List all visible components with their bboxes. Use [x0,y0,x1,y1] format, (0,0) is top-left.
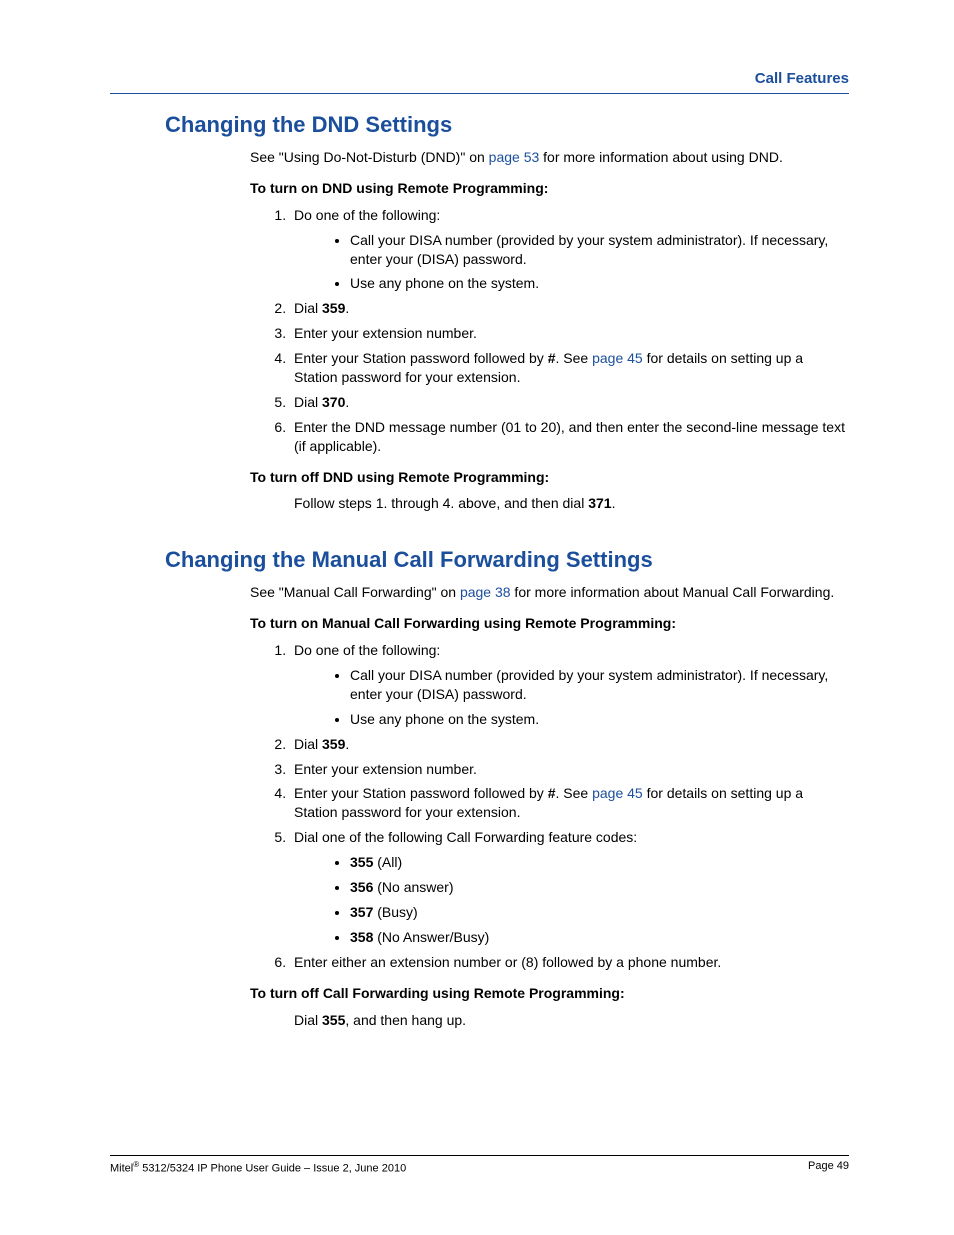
section-body-fwd: See "Manual Call Forwarding" on page 38 … [250,583,849,1029]
list-item: Enter the DND message number (01 to 20),… [290,418,849,456]
list-item: Enter your extension number. [290,324,849,343]
list-item: Use any phone on the system. [350,710,849,729]
list-item: Dial 359. [290,299,849,318]
link-page-38[interactable]: page 38 [460,584,511,600]
dnd-on-steps: Do one of the following: Call your DISA … [250,206,849,456]
list-item: Do one of the following: Call your DISA … [290,641,849,729]
list-item: Dial 370. [290,393,849,412]
document-page: Call Features Changing the DND Settings … [0,0,954,1235]
list-item: Enter your extension number. [290,760,849,779]
footer-page-number: Page 49 [808,1160,849,1175]
list-item: 358 (No Answer/Busy) [350,928,849,947]
feature-codes: 355 (All) 356 (No answer) 357 (Busy) 358… [294,853,849,947]
list-item: Do one of the following: Call your DISA … [290,206,849,294]
link-page-45-b[interactable]: page 45 [592,785,643,801]
list-item: Call your DISA number (provided by your … [350,666,849,704]
list-item: Enter your Station password followed by … [290,784,849,822]
intro-paragraph: See "Manual Call Forwarding" on page 38 … [250,583,849,602]
subheading-fwd-on: To turn on Manual Call Forwarding using … [250,614,849,633]
section-heading-dnd: Changing the DND Settings [165,112,849,138]
sub-bullets: Call your DISA number (provided by your … [294,231,849,294]
list-item: Dial 359. [290,735,849,754]
list-item: Enter either an extension number or (8) … [290,953,849,972]
list-item: Use any phone on the system. [350,274,849,293]
sub-bullets: Call your DISA number (provided by your … [294,666,849,729]
section-body-dnd: See "Using Do-Not-Disturb (DND)" on page… [250,148,849,513]
footer-left: Mitel® 5312/5324 IP Phone User Guide – I… [110,1160,406,1175]
section-heading-fwd: Changing the Manual Call Forwarding Sett… [165,547,849,573]
list-item: Enter your Station password followed by … [290,349,849,387]
fwd-on-steps: Do one of the following: Call your DISA … [250,641,849,971]
fwd-off-text: Dial 355, and then hang up. [294,1011,849,1030]
subheading-dnd-off: To turn off DND using Remote Programming… [250,468,849,487]
list-item: Call your DISA number (provided by your … [350,231,849,269]
dnd-off-text: Follow steps 1. through 4. above, and th… [294,494,849,513]
list-item: 355 (All) [350,853,849,872]
header-category: Call Features [755,70,849,87]
list-item: 357 (Busy) [350,903,849,922]
page-header: Call Features [110,70,849,94]
subheading-fwd-off: To turn off Call Forwarding using Remote… [250,984,849,1003]
list-item: 356 (No answer) [350,878,849,897]
subheading-dnd-on: To turn on DND using Remote Programming: [250,179,849,198]
link-page-53[interactable]: page 53 [489,149,540,165]
page-footer: Mitel® 5312/5324 IP Phone User Guide – I… [110,1155,849,1175]
link-page-45[interactable]: page 45 [592,350,643,366]
list-item: Dial one of the following Call Forwardin… [290,828,849,946]
intro-paragraph: See "Using Do-Not-Disturb (DND)" on page… [250,148,849,167]
